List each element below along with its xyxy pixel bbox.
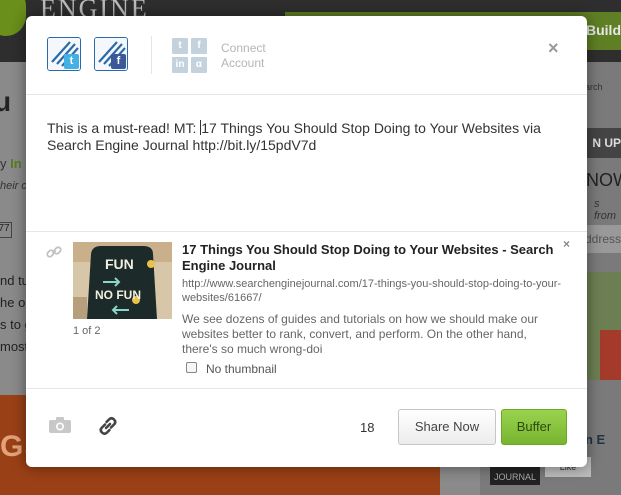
account-bar: t f t f in α Connect Account × [26,16,587,95]
thumbnail-counter: 1 of 2 [73,325,101,337]
facebook-account-toggle[interactable]: f [94,37,128,71]
sidebar-title-fragment: n E [585,432,606,447]
attachment-description[interactable]: We see dozens of guides and tutorials on… [182,312,562,357]
linkedin-icon: in [172,57,188,73]
no-thumbnail-label[interactable]: No thumbnail [206,362,277,376]
buffer-button[interactable]: Buffer [501,409,567,445]
article-title-fragment: u [0,86,12,117]
share-now-button[interactable]: Share Now [398,409,496,445]
facebook-icon: f [191,38,207,54]
sidebar-search-fragment: arch [585,82,603,92]
connect-network-icons[interactable]: t f in α [172,38,208,74]
sidebar-red-block [600,330,621,380]
camera-icon[interactable] [48,416,72,434]
article-subtitle-fragment: heir c [0,180,27,192]
compose-textarea[interactable]: This is a must-read! MT: 17 Things You S… [47,120,567,154]
link-icon [46,246,62,258]
facebook-icon: f [111,54,126,69]
thumbnail-text-fun: FUN [105,256,134,272]
connect-account-link[interactable]: Connect Account [221,41,291,71]
appnet-icon: α [191,57,207,73]
thumbnail-text-nofun: NO FUN [95,288,141,302]
header-divider [151,36,152,74]
character-count: 18 [360,420,375,435]
header-banner-text: Build [586,22,621,38]
link-attachment: FUN NO FUN 1 of 2 17 Things You Should S… [26,231,587,389]
close-icon[interactable]: × [548,38,559,59]
thumbnail-image [73,242,172,319]
sidebar-now-fragment: NOW [586,170,621,190]
attachment-url[interactable]: http://www.searchenginejournal.com/17-th… [182,277,562,305]
sidebar-from-fragment: s from [594,198,616,222]
share-dialog: t f t f in α Connect Account × This is a… [26,16,587,467]
link-icon[interactable] [96,414,120,438]
share-count-box: 77 [0,222,12,238]
byline-author: In [10,156,22,171]
no-thumbnail-checkbox[interactable] [186,362,197,373]
site-logo-mark [0,0,26,36]
twitter-icon: t [172,38,188,54]
attachment-title[interactable]: 17 Things You Should Stop Doing to Your … [182,242,562,274]
twitter-account-toggle[interactable]: t [47,37,81,71]
attachment-thumbnail[interactable]: FUN NO FUN [73,242,172,319]
article-byline: y In [0,156,22,171]
remove-attachment-icon[interactable]: × [563,237,570,251]
twitter-icon: t [64,54,79,69]
